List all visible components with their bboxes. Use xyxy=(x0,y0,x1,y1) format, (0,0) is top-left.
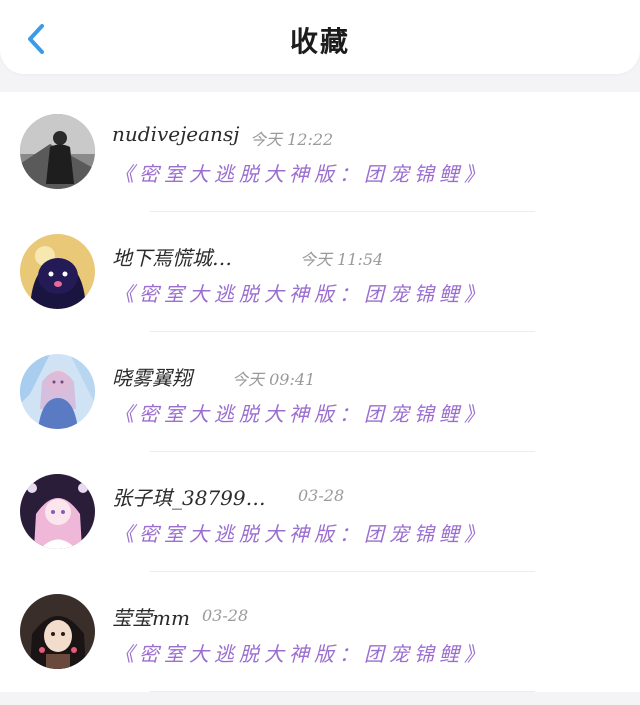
list-item[interactable]: 晓雾翼翔 今天 09:41 《密室大逃脱大神版：团宠锦鲤》 xyxy=(0,332,640,452)
header-bar: 收藏 xyxy=(0,0,640,74)
avatar[interactable] xyxy=(20,354,95,429)
avatar-icon xyxy=(20,594,95,669)
timestamp: 今天 09:41 xyxy=(232,370,316,389)
timestamp: 今天 11:54 xyxy=(300,250,384,269)
list-item[interactable]: 张子琪_38799… 03-28 《密室大逃脱大神版：团宠锦鲤》 xyxy=(0,452,640,572)
username[interactable]: nudivejeansj xyxy=(112,122,239,146)
username[interactable]: 晓雾翼翔 xyxy=(112,362,192,391)
username[interactable]: 莹莹mm xyxy=(112,602,190,631)
page-title: 收藏 xyxy=(289,25,350,58)
collection-link[interactable]: 《密室大逃脱大神版：团宠锦鲤》 xyxy=(114,518,489,547)
collection-link[interactable]: 《密室大逃脱大神版：团宠锦鲤》 xyxy=(114,398,489,427)
avatar-icon xyxy=(20,114,95,189)
favorites-list: nudivejeansj 今天 12:22 《密室大逃脱大神版：团宠锦鲤》 地下… xyxy=(0,92,640,692)
collection-link[interactable]: 《密室大逃脱大神版：团宠锦鲤》 xyxy=(114,158,489,187)
timestamp: 03-28 xyxy=(298,486,345,505)
timestamp: 03-28 xyxy=(202,606,249,625)
avatar[interactable] xyxy=(20,234,95,309)
avatar-icon xyxy=(20,234,95,309)
collection-link[interactable]: 《密室大逃脱大神版：团宠锦鲤》 xyxy=(114,638,489,667)
list-item[interactable]: nudivejeansj 今天 12:22 《密室大逃脱大神版：团宠锦鲤》 xyxy=(0,92,640,212)
list-item[interactable]: 莹莹mm 03-28 《密室大逃脱大神版：团宠锦鲤》 xyxy=(0,572,640,692)
avatar[interactable] xyxy=(20,474,95,549)
collection-link[interactable]: 《密室大逃脱大神版：团宠锦鲤》 xyxy=(114,278,489,307)
list-item[interactable]: 地下焉慌城… 今天 11:54 《密室大逃脱大神版：团宠锦鲤》 xyxy=(0,212,640,332)
divider xyxy=(150,691,535,692)
timestamp: 今天 12:22 xyxy=(250,130,334,149)
avatar-icon xyxy=(20,354,95,429)
username[interactable]: 地下焉慌城… xyxy=(112,242,232,271)
avatar[interactable] xyxy=(20,594,95,669)
username[interactable]: 张子琪_38799… xyxy=(112,482,266,511)
avatar[interactable] xyxy=(20,114,95,189)
avatar-icon xyxy=(20,474,95,549)
